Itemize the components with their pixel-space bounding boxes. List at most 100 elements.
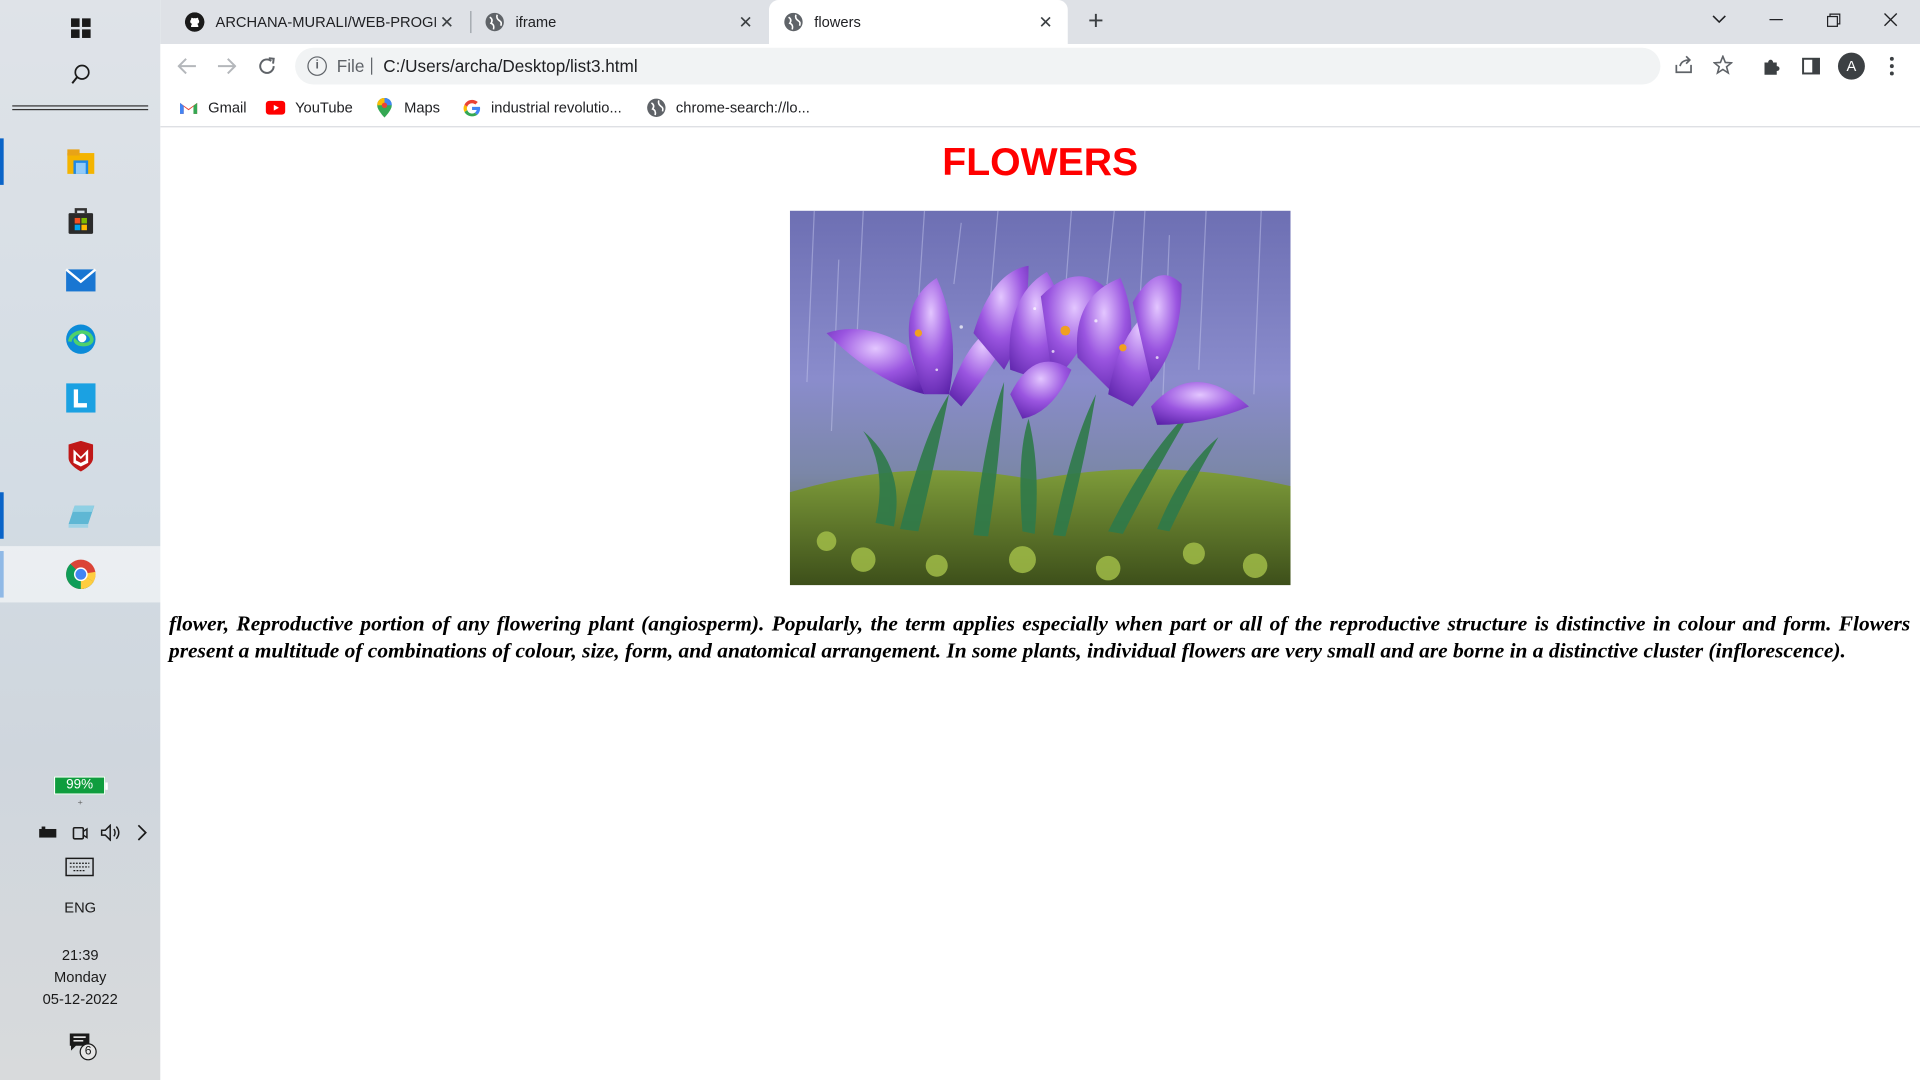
taskbar-chrome[interactable] [0, 546, 161, 603]
taskbar-file-explorer[interactable] [0, 133, 160, 189]
tab-github[interactable]: ARCHANA-MURALI/WEB-PROGR ✕ [170, 0, 469, 44]
scheme-label: File [336, 56, 365, 76]
share-icon [1675, 55, 1692, 74]
clock-time[interactable]: 21:39 [0, 947, 160, 964]
taskbar-app-book[interactable] [0, 487, 160, 543]
menu-button[interactable] [1877, 51, 1906, 80]
flower-image [789, 210, 1291, 586]
taskbar-mail[interactable] [0, 252, 160, 308]
forward-button[interactable] [209, 49, 243, 83]
action-center-button[interactable]: 6 [69, 1032, 103, 1064]
search-button[interactable] [0, 47, 160, 103]
tab-title: ARCHANA-MURALI/WEB-PROGR [215, 13, 436, 31]
tab-iframe[interactable]: iframe ✕ [470, 0, 768, 44]
flower-description: flower, Reproductive portion of any flow… [168, 611, 1911, 663]
mail-icon [64, 268, 96, 292]
taskbar-store[interactable] [0, 192, 160, 248]
file-explorer-icon [66, 149, 94, 174]
reload-button[interactable] [250, 49, 284, 83]
battery-indicator[interactable]: 99% [53, 776, 108, 795]
taskbar-mcafee[interactable] [0, 429, 160, 485]
side-panel-icon [1802, 57, 1820, 75]
address-separator [371, 57, 373, 75]
browser-window: ARCHANA-MURALI/WEB-PROGR ✕ iframe ✕ flow… [160, 0, 1920, 1080]
close-tab-icon[interactable]: ✕ [1036, 12, 1056, 32]
close-window-button[interactable] [1862, 0, 1918, 39]
page-title: FLOWERS [942, 139, 1139, 184]
keyboard-icon [65, 857, 94, 877]
bookmark-maps[interactable]: Maps [375, 96, 440, 120]
bookmark-label: YouTube [295, 99, 353, 117]
star-icon [1712, 54, 1734, 75]
tab-title: flowers [814, 13, 861, 31]
close-tab-icon[interactable]: ✕ [437, 12, 457, 32]
google-icon [462, 98, 482, 118]
maps-icon [375, 97, 395, 118]
restore-button[interactable] [1805, 0, 1861, 39]
side-panel-button[interactable] [1796, 51, 1825, 80]
clock-date[interactable]: 05-12-2022 [0, 991, 160, 1008]
minimize-button[interactable] [1747, 0, 1803, 39]
puzzle-icon [1764, 59, 1780, 75]
meet-now-icon[interactable] [71, 824, 88, 841]
launcher-l-icon [65, 383, 95, 413]
bookmark-star-button[interactable] [1712, 54, 1734, 77]
language-indicator[interactable]: ENG [0, 899, 160, 916]
site-info-icon[interactable]: i [307, 56, 327, 76]
taskbar-edge[interactable] [0, 311, 160, 367]
edge-icon [65, 324, 95, 354]
chevron-right-icon[interactable] [136, 824, 148, 841]
globe-icon [784, 12, 803, 32]
back-button[interactable] [170, 49, 204, 83]
gmail-icon [179, 98, 199, 118]
github-icon [184, 12, 205, 32]
bookmark-youtube[interactable]: YouTube [265, 96, 353, 120]
minimize-icon [1768, 18, 1783, 21]
touch-keyboard-button[interactable] [65, 857, 94, 883]
globe-icon [647, 98, 667, 118]
tab-search-button[interactable] [1691, 0, 1747, 39]
bookmark-label: chrome-search://lo... [675, 99, 810, 117]
new-tab-button[interactable]: + [1081, 7, 1110, 36]
network-icon[interactable] [38, 825, 58, 840]
youtube-icon [265, 98, 286, 118]
windows-logo-icon [70, 18, 91, 38]
app-book-icon [67, 505, 94, 528]
taskbar-divider [12, 105, 149, 111]
tab-strip: ARCHANA-MURALI/WEB-PROGR ✕ iframe ✕ flow… [160, 0, 1920, 45]
chevron-down-icon [1712, 15, 1726, 24]
bookmark-label: industrial revolutio... [491, 99, 622, 117]
avatar: A [1837, 52, 1865, 80]
profile-button[interactable]: A [1837, 51, 1866, 80]
close-tab-icon[interactable]: ✕ [736, 12, 756, 32]
taskbar-launcher[interactable] [0, 370, 160, 426]
tab-title: iframe [515, 13, 557, 31]
notification-count-badge: 6 [79, 1043, 97, 1061]
arrow-right-icon [217, 58, 237, 75]
reload-icon [259, 57, 275, 74]
bookmark-gmail[interactable]: Gmail [179, 96, 247, 120]
kebab-menu-icon [1889, 56, 1894, 76]
system-tray-icons [38, 822, 148, 844]
url-text[interactable]: C:/Users/archa/Desktop/list3.html [383, 56, 637, 76]
taskbar: 99% ⁺ ENG 21:39 Monday 05-12-2022 6 [0, 0, 161, 1080]
charging-icon: ⁺ [77, 798, 84, 811]
volume-icon[interactable] [101, 824, 123, 842]
clock-day[interactable]: Monday [0, 969, 160, 986]
bookmark-industrial-revolution[interactable]: industrial revolutio... [462, 96, 622, 120]
bookmark-chrome-search[interactable]: chrome-search://lo... [647, 96, 810, 120]
bookmarks-bar: Gmail YouTube Maps industrial revolutio.… [160, 88, 1920, 128]
bookmark-label: Maps [404, 99, 441, 117]
store-icon [67, 208, 93, 234]
restore-icon [1826, 12, 1840, 27]
globe-icon [485, 12, 504, 32]
tab-flowers[interactable]: flowers ✕ [768, 0, 1068, 45]
share-button[interactable] [1673, 55, 1695, 77]
web-page: FLOWERS flower, Reproductive portion of … [160, 128, 1920, 1080]
browser-toolbar: i File C:/Users/archa/Desktop/list3.html… [160, 44, 1920, 89]
address-bar[interactable]: i File C:/Users/archa/Desktop/list3.html [295, 47, 1734, 85]
chrome-icon [65, 559, 95, 590]
arrow-left-icon [177, 58, 196, 75]
extensions-button[interactable] [1757, 51, 1786, 80]
close-icon [1884, 12, 1898, 27]
